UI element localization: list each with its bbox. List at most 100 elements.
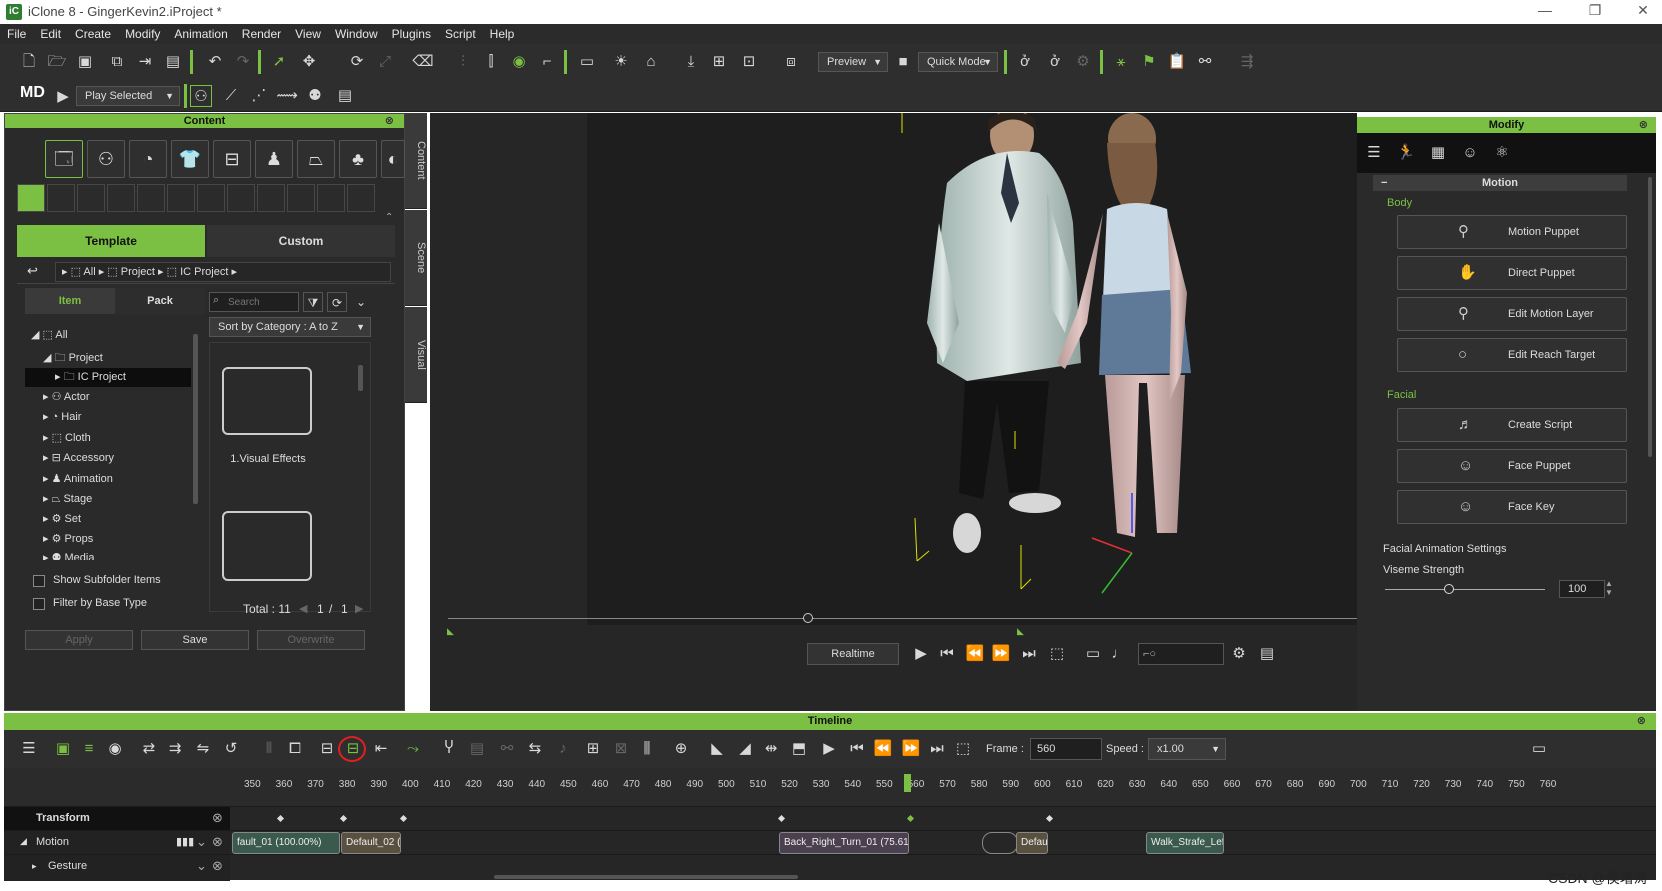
collapse-icon[interactable]: ⌃ (385, 212, 393, 223)
pose-icon[interactable]: ⟋ (220, 85, 242, 107)
side-tab-scene[interactable]: Scene (405, 210, 427, 306)
puppet-mode-icon[interactable]: ⚇ (190, 85, 212, 107)
keyframe[interactable] (1045, 814, 1054, 823)
reset-icon[interactable]: ↺ (220, 738, 242, 760)
viewport-render[interactable] (587, 107, 1357, 625)
stretch-icon[interactable]: ⇤ (370, 738, 392, 760)
save-button[interactable]: Save (141, 630, 249, 650)
expand-icon[interactable]: ◢ (20, 836, 27, 847)
face-puppet-button[interactable]: ☺ Face Puppet (1397, 449, 1627, 483)
align-icon[interactable]: ⫿ (480, 51, 502, 73)
menu-help[interactable]: Help (483, 24, 522, 44)
tree-item[interactable]: ▸ ♟ Animation (43, 472, 113, 485)
subcategory-slot[interactable] (107, 184, 135, 212)
hair-category-icon[interactable]: ◔ (129, 140, 167, 178)
tree-item[interactable]: ▸ ⚇ Actor (43, 390, 90, 403)
back-icon[interactable]: ↩ (27, 263, 38, 279)
create-script-button[interactable]: ♬ Create Script (1397, 408, 1627, 442)
subcategory-slot[interactable] (317, 184, 345, 212)
close-circle-icon[interactable]: ⊗ (212, 834, 223, 850)
preview-dropdown[interactable]: Preview ▼ (818, 52, 888, 72)
sort-dropdown[interactable]: Sort by Category : A to Z ▼ (209, 317, 371, 337)
accessory-category-icon[interactable]: ⊟ (213, 140, 251, 178)
subcategory-slot[interactable] (197, 184, 225, 212)
drop-to-floor-icon[interactable]: ⤓ (680, 51, 702, 73)
tree-item[interactable]: ◢ ⬚ All (31, 328, 68, 341)
move-icon[interactable]: ✥ (298, 51, 320, 73)
atom-physics-icon[interactable]: ⚛ (1491, 142, 1513, 164)
link-icon[interactable]: ⚯ (1194, 51, 1216, 73)
subtitle-icon[interactable]: ▭ (1082, 643, 1104, 665)
crop-icon[interactable]: ⧠ (284, 738, 306, 760)
animation-category-icon[interactable]: ♟ (255, 140, 293, 178)
motion-transition[interactable] (982, 832, 1018, 854)
tree-item[interactable]: ▸ ⊟ Accessory (43, 451, 114, 464)
folder-thumbnail[interactable] (222, 367, 312, 435)
keyframe[interactable] (906, 814, 915, 823)
tab-pack[interactable]: Pack (115, 288, 205, 314)
range-icon[interactable]: ⇹ (760, 738, 782, 760)
clipboard-icon[interactable]: 📋 (1166, 51, 1188, 73)
timeline-scrub-handle[interactable] (803, 613, 813, 623)
frame-field[interactable]: ⌐○ (1138, 643, 1224, 665)
camera-frame-icon[interactable]: ⊡ (738, 51, 760, 73)
zoom-icon[interactable]: ⊕ (670, 738, 692, 760)
transition-icon[interactable]: ⇄ (138, 738, 160, 760)
undo-icon[interactable]: ↶ (204, 51, 226, 73)
realtime-button[interactable]: Realtime (807, 643, 899, 665)
go-to-start-icon[interactable]: ⏮ (936, 643, 958, 665)
tree-item[interactable]: ▸ ⚉ Media (43, 551, 94, 560)
motion-link-icon[interactable]: ⟿ (276, 85, 298, 107)
prev-frame-icon[interactable]: ⏪ (964, 643, 986, 665)
window-layout-icon[interactable]: ▭ (576, 51, 598, 73)
bars-icon[interactable]: ▮▮▮ (176, 835, 194, 848)
maximize-button[interactable]: ❐ (1580, 2, 1610, 22)
stepper-arrows-icon[interactable]: ▲ ▼ (1605, 579, 1613, 597)
settings-gear-icon[interactable]: ⚙ (1228, 643, 1250, 665)
viseme-slider-thumb[interactable] (1444, 584, 1454, 594)
direct-puppet-button[interactable]: ✋ Direct Puppet (1397, 256, 1627, 290)
close-circle-icon[interactable]: ⊗ (212, 858, 223, 874)
tab-template[interactable]: Template (17, 225, 205, 257)
face-key-button[interactable]: ☺ Face Key (1397, 490, 1627, 524)
tree-item[interactable]: ▸ ◔ Hair (43, 410, 81, 423)
save-icon[interactable]: ▣ (74, 51, 96, 73)
layer-select-icon[interactable]: ≡ (78, 738, 100, 760)
menu-plugins[interactable]: Plugins (385, 24, 438, 44)
motion-clip[interactable]: fault_01 (100.00%) (232, 832, 340, 854)
track-list-icon[interactable]: ☰ (18, 738, 40, 760)
timeline-scrollbar[interactable] (494, 875, 798, 879)
tl-play-icon[interactable]: ▶ (818, 738, 840, 760)
range-end-marker-icon[interactable]: ◣ (1017, 626, 1024, 637)
usd-icon[interactable]: ▤ (162, 51, 184, 73)
subcategory-slot[interactable] (257, 184, 285, 212)
remove-track-icon[interactable]: ⊠ (610, 738, 632, 760)
menu-view[interactable]: View (288, 24, 328, 44)
menu-modify[interactable]: Modify (118, 24, 167, 44)
insert-icon[interactable]: ⇉ (164, 738, 186, 760)
split-icon[interactable]: ⫴ (258, 738, 280, 760)
select-arrow-icon[interactable]: ➚ (268, 51, 290, 73)
prev-page-icon[interactable]: ◀ (299, 602, 307, 615)
motion-puppet-button[interactable]: ⚲ Motion Puppet (1397, 215, 1627, 249)
tab-custom[interactable]: Custom (207, 225, 395, 257)
breadcrumb-project[interactable]: Project (121, 266, 155, 278)
checker-material-icon[interactable]: ▦ (1427, 142, 1449, 164)
motion-runner-icon[interactable]: 🏃 (1395, 142, 1417, 164)
gesture-track[interactable]: ▸ Gesture ⌄ ⊗ (4, 854, 1656, 881)
face-icon[interactable]: ☺ (1459, 142, 1481, 164)
edit-reach-target-button[interactable]: ○ Edit Reach Target (1397, 338, 1627, 372)
menu-file[interactable]: File (0, 24, 33, 44)
close-circle-icon[interactable]: ⊗ (385, 114, 394, 128)
sound-icon[interactable]: ♪ (552, 738, 574, 760)
tree-item[interactable]: ▸ ⏢ Stage (43, 492, 92, 506)
3d-viewport[interactable]: ◣ ◣ Realtime ▶ ⏮ ⏪ ⏩ ⏭ ⬚ ▭ ♩ ⌐○ ⚙ ▤ (430, 107, 1580, 711)
tree-item[interactable]: ▸ ⬚ Cloth (43, 431, 91, 444)
snap-icon[interactable]: ⫶ (452, 51, 474, 73)
speed-dropdown[interactable]: x1.00 ▼ (1148, 738, 1226, 760)
close-circle-icon[interactable]: ⊗ (1637, 713, 1646, 730)
edit-motion-layer-button[interactable]: ⚲ Edit Motion Layer (1397, 297, 1627, 331)
play-icon[interactable]: ▶ (910, 643, 932, 665)
sliders-icon[interactable]: ☰ (1363, 142, 1385, 164)
motion-clip[interactable]: Back_Right_Turn_01 (75.61 (779, 832, 909, 854)
